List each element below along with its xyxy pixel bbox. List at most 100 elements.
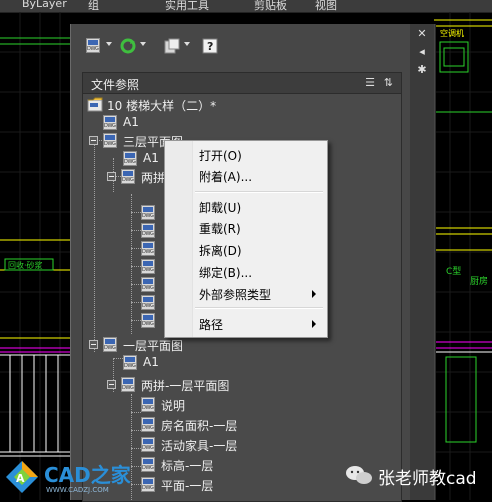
change-path-icon[interactable] [164,38,180,54]
attach-dwg-icon[interactable] [86,38,102,54]
wechat-icon [346,466,372,484]
dwg-file-icon [141,417,155,432]
tree-node-label: A1 [123,115,139,129]
cad-right-label-b: 厨房 [470,275,488,287]
refresh-icon[interactable] [120,38,136,54]
tree-node[interactable]: 说明 [141,396,361,414]
drawing-root-icon [87,97,103,112]
autohide-icon[interactable]: ◂ [416,46,428,58]
collapse-icon[interactable] [107,380,116,389]
xref-toolbar: ? [80,36,230,58]
menu-item-xref-type[interactable]: 外部参照类型 [166,283,326,304]
chevron-down-icon[interactable] [106,42,112,46]
file-references-header: 文件参照 ☰ ⇅ [82,72,402,94]
tree-node-label: 房名面积-一层 [161,419,238,433]
properties-icon[interactable]: ✱ [416,64,428,76]
cad-right-top-label: 空调机 [440,28,464,38]
tree-node-label: A1 [143,355,159,369]
dwg-file-icon [141,457,155,472]
menu-item-label: 打开(O) [199,149,242,163]
menu-item-detach[interactable]: 拆离(D) [166,239,326,260]
menu-separator [195,191,323,193]
submenu-arrow-icon [312,320,316,328]
tree-node-label: 两拼 [141,171,166,185]
section-title: 文件参照 [91,78,140,92]
wechat-account-name: 张老师教cad [378,469,477,489]
menu-item-label: 绑定(B)... [199,266,253,280]
menu-item-label: 拆离(D) [199,244,242,258]
tree-node[interactable]: 活动家具-一层 [141,436,361,454]
tree-node[interactable] [141,204,165,222]
tree-node[interactable] [141,312,165,330]
dwg-file-icon [141,223,155,238]
dwg-file-icon [141,477,155,492]
menu-item-path[interactable]: 路径 [166,313,326,334]
tree-node[interactable] [141,240,165,258]
cadzj-logo: A CAD之家 WWW.CADZJ.COM [0,455,140,500]
cadzj-logo-icon: A [6,461,38,493]
menu-item-bind[interactable]: 绑定(B)... [166,261,326,282]
tree-node-label: 两拼-一层平面图 [141,379,230,393]
tree-view-icon[interactable]: ⇅ [384,76,393,89]
logo-text: CAD之家 [44,463,131,487]
dwg-file-icon [123,355,137,370]
menu-item-attach[interactable]: 附着(A)... [166,165,326,186]
dwg-file-icon [141,277,155,292]
tree-node-label: 说明 [161,399,186,413]
dwg-file-icon [103,115,117,130]
menu-item-reload[interactable]: 重载(R) [166,217,326,238]
tree-node-label: 10 楼梯大样（二）* [107,99,217,113]
tree-node-root[interactable]: 10 楼梯大样（二）* [87,96,387,114]
menu-item-label: 外部参照类型 [199,288,272,302]
tree-node-label: A1 [143,151,159,165]
svg-text:A: A [16,472,25,485]
tree-node-label: 活动家具-一层 [161,439,238,453]
tree-node[interactable]: A1 [103,114,363,132]
tree-node[interactable]: A1 [123,354,363,372]
tree-node[interactable]: 平面-一层 [141,476,361,494]
dwg-file-icon [103,133,117,148]
dwg-file-icon [141,437,155,452]
tree-node[interactable]: 标高-一层 [141,456,361,474]
cad-right-label-a: C型 [446,266,461,277]
tree-node-label: 一层平面图 [123,339,184,353]
dwg-file-icon [121,377,135,392]
dwg-file-icon [103,337,117,352]
menu-item-label: 卸载(U) [199,201,242,215]
list-view-icon[interactable]: ☰ [365,76,375,89]
tree-node[interactable] [141,294,165,312]
wechat-watermark: 张老师教cad [345,460,492,494]
chevron-down-icon[interactable] [184,42,190,46]
tree-node[interactable] [141,276,165,294]
menu-item-label: 路径 [199,318,224,332]
dwg-file-icon [141,397,155,412]
tree-node[interactable] [141,222,165,240]
menu-item-unload[interactable]: 卸载(U) [166,196,326,217]
dwg-file-icon [141,241,155,256]
menu-separator [195,307,323,309]
dwg-file-icon [123,151,137,166]
collapse-icon[interactable] [89,340,98,349]
logo-url: WWW.CADZJ.COM [46,486,109,494]
chevron-down-icon[interactable] [140,42,146,46]
menu-item-label: 重载(R) [199,222,241,236]
palette-title-strip[interactable]: ✕ ◂ ✱ [410,24,434,500]
dwg-file-icon [141,295,155,310]
dwg-file-icon [121,169,135,184]
help-icon[interactable]: ? [202,38,218,54]
tree-node[interactable]: 两拼-一层平面图 [107,376,367,394]
close-icon[interactable]: ✕ [416,28,428,40]
tree-node-label: 平面-一层 [161,479,214,493]
layer-dropdown[interactable]: ByLayer [22,0,67,10]
collapse-icon[interactable] [107,172,116,181]
collapse-icon[interactable] [89,136,98,145]
menu-item-label: 附着(A)... [199,170,253,184]
tree-node[interactable]: 一层平面图 [89,336,369,354]
tree-node[interactable]: 房名面积-一层 [141,416,361,434]
menu-item-open[interactable]: 打开(O) [166,144,326,165]
tree-node[interactable] [141,258,165,276]
dwg-file-icon [141,313,155,328]
xref-context-menu: 打开(O) 附着(A)... 卸载(U) 重载(R) 拆离(D) 绑定(B)..… [164,140,328,338]
dwg-file-icon [141,205,155,220]
cad-left-label: 回收·砂浆 [8,260,43,270]
